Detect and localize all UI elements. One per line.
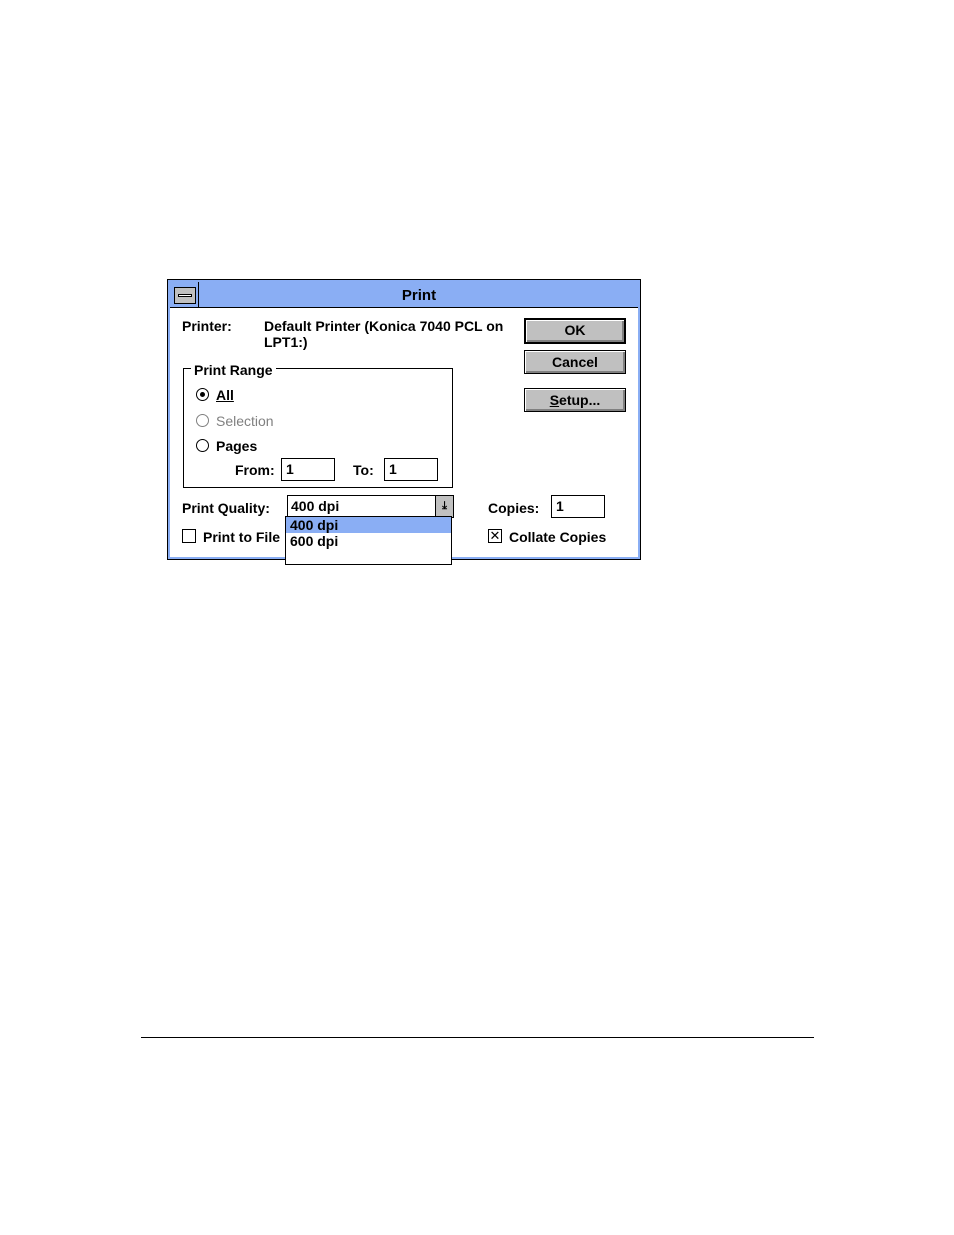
cancel-button[interactable]: Cancel (524, 350, 626, 374)
title-bar: Print (170, 282, 638, 308)
radio-selection (196, 414, 209, 427)
print-to-file-label[interactable]: Print to File (203, 529, 280, 545)
collate-copies-label[interactable]: Collate Copies (509, 529, 606, 545)
collate-copies-checkbox[interactable]: ✕ (488, 529, 502, 543)
from-input[interactable]: 1 (281, 458, 335, 481)
print-range-label: Print Range (191, 362, 276, 378)
page-footer-rule (141, 1037, 814, 1038)
printer-value: Default Printer (Konica 7040 PCL on LPT1… (264, 318, 504, 350)
ok-button[interactable]: OK (524, 318, 626, 344)
printer-label: Printer: (182, 318, 232, 334)
dialog-title: Print (401, 287, 437, 304)
dropdown-option-400[interactable]: 400 dpi (286, 517, 451, 533)
to-label: To: (353, 462, 374, 478)
copies-input[interactable]: 1 (551, 495, 605, 518)
radio-all-label[interactable]: All (216, 387, 234, 403)
print-quality-value: 400 dpi (291, 498, 340, 514)
print-quality-dropdown-list: 400 dpi 600 dpi (285, 516, 452, 565)
dropdown-option-600[interactable]: 600 dpi (286, 533, 451, 549)
print-quality-label: Print Quality: (182, 500, 270, 516)
print-to-file-checkbox[interactable] (182, 529, 196, 543)
setup-button-label: etup... (559, 392, 601, 408)
radio-pages[interactable] (196, 439, 209, 452)
to-input[interactable]: 1 (384, 458, 438, 481)
radio-selection-label: Selection (216, 413, 274, 429)
setup-button[interactable]: Setup... (524, 388, 626, 412)
copies-label: Copies: (488, 500, 540, 516)
dropdown-arrow-icon[interactable]: ⤓ (435, 496, 453, 517)
from-label: From: (235, 462, 275, 478)
system-menu-icon[interactable] (174, 287, 196, 304)
radio-all[interactable] (196, 388, 209, 401)
print-quality-select[interactable]: 400 dpi ⤓ (287, 495, 454, 518)
radio-pages-label[interactable]: Pages (216, 438, 257, 454)
